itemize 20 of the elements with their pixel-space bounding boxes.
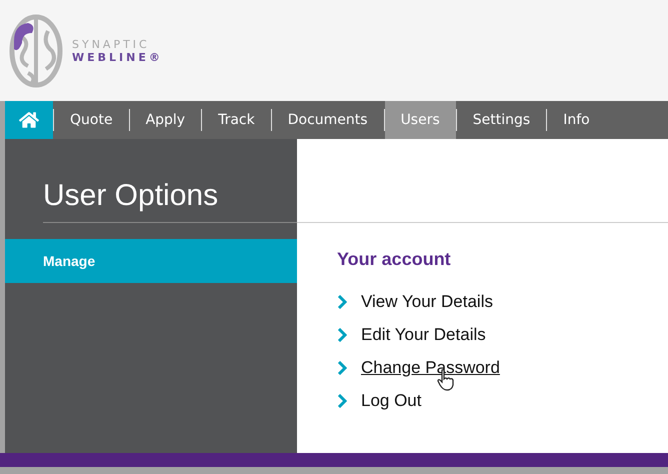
chevron-icon bbox=[337, 360, 347, 374]
nav-tab[interactable]: Settings bbox=[456, 101, 546, 139]
nav-tab[interactable]: Info bbox=[547, 101, 606, 139]
chevron-icon bbox=[337, 394, 347, 408]
account-link[interactable]: Log Out bbox=[361, 390, 422, 410]
home-icon bbox=[19, 110, 39, 130]
home-tab[interactable] bbox=[5, 101, 53, 139]
account-link[interactable]: Edit Your Details bbox=[361, 324, 486, 344]
section-heading: Your account bbox=[337, 249, 452, 270]
account-link[interactable]: View Your Details bbox=[361, 292, 493, 312]
logo-text: SYNAPTIC bbox=[72, 38, 151, 50]
sidebar-title: User Options bbox=[42, 178, 220, 214]
chevron-icon bbox=[337, 328, 347, 342]
account-link[interactable]: Change Password bbox=[361, 358, 500, 378]
nav-tab[interactable]: Apply bbox=[130, 101, 202, 139]
nav-tab[interactable]: Quote bbox=[54, 101, 129, 139]
chevron-icon bbox=[337, 294, 347, 308]
logo-text: WEBLINE® bbox=[72, 50, 163, 64]
nav-tab[interactable]: Track bbox=[202, 101, 271, 139]
nav-tab[interactable]: Documents bbox=[272, 101, 384, 139]
